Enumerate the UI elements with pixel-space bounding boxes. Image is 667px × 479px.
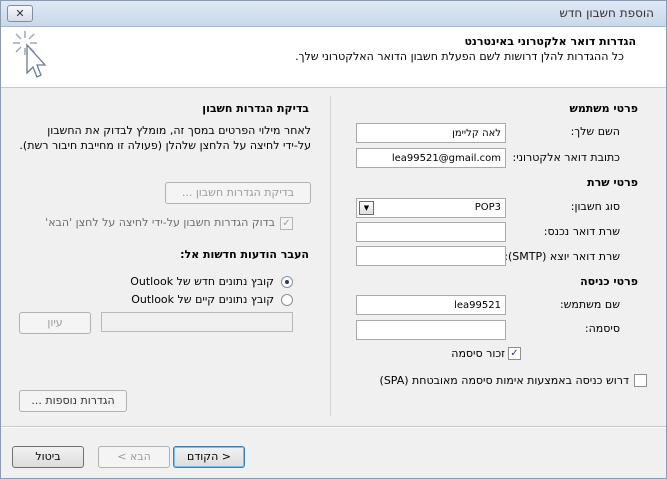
password-label: סיסמה:: [584, 322, 620, 335]
more-settings-button[interactable]: הגדרות נוספות ...: [19, 390, 127, 412]
dropdown-arrow-icon[interactable]: ▼: [359, 201, 374, 215]
incoming-server-label: שרת דואר נכנס:: [543, 225, 620, 238]
deliver-messages-heading: העבר הודעות חדשות אל:: [180, 248, 309, 261]
cancel-button[interactable]: ביטול: [12, 446, 84, 468]
server-info-heading: פרטי שרת: [587, 176, 638, 189]
close-button[interactable]: ✕: [7, 5, 33, 22]
account-type-select[interactable]: ▼ POP3: [356, 198, 506, 218]
test-description: לאחר מילוי הפרטים במסך זה, מומלץ לבדוק א…: [19, 124, 311, 152]
username-input[interactable]: [356, 295, 506, 315]
test-settings-heading: בדיקת הגדרות חשבון: [202, 102, 309, 115]
new-data-file-radio[interactable]: [281, 276, 293, 288]
header-subtitle: כל ההגדרות להלן דרושות לשם הפעלת חשבון ה…: [295, 50, 624, 63]
column-divider: [330, 96, 331, 416]
radio-selected-dot: [285, 280, 289, 284]
name-label: השם שלך:: [570, 125, 620, 138]
account-type-label: סוג חשבון:: [570, 200, 620, 213]
remember-password-checkbox[interactable]: ✓: [508, 347, 521, 360]
footer-divider-highlight: [1, 427, 666, 428]
test-account-settings-button[interactable]: בדיקת הגדרות חשבון ...: [165, 182, 311, 204]
account-type-value: POP3: [474, 202, 501, 213]
username-label: שם משתמש:: [559, 298, 620, 311]
add-account-dialog: ✕ הוספת חשבון חדש הגדרות דואר אלקטרוני ב…: [0, 0, 667, 479]
incoming-server-input[interactable]: [356, 222, 506, 242]
spa-label: דרוש כניסה באמצעות אימות סיסמה מאובטחת (…: [379, 374, 629, 387]
mouse-cursor-icon: [13, 31, 47, 78]
auto-test-label: בדוק הגדרות חשבון על-ידי לחיצה על לחצן '…: [45, 216, 275, 229]
close-icon: ✕: [15, 7, 25, 20]
existing-data-file-label: קובץ נתונים קיים של Outlook: [131, 293, 274, 306]
email-label: כתובת דואר אלקטרוני:: [512, 151, 620, 164]
auto-test-checkbox[interactable]: ✓: [280, 217, 293, 230]
logon-info-heading: פרטי כניסה: [580, 275, 638, 288]
password-input[interactable]: [356, 320, 506, 340]
back-button[interactable]: < הקודם: [173, 446, 245, 468]
email-input[interactable]: [356, 148, 506, 168]
spa-checkbox[interactable]: [634, 374, 647, 387]
remember-password-label: זכור סיסמה: [451, 347, 505, 360]
window-title: הוספת חשבון חדש: [559, 6, 654, 20]
user-info-heading: פרטי משתמש: [569, 102, 638, 115]
name-input[interactable]: [356, 123, 506, 143]
data-file-path-input[interactable]: [101, 312, 293, 332]
header-title: הגדרות דואר אלקטרוני באינטרנט: [464, 35, 636, 48]
next-button[interactable]: הבא >: [98, 446, 170, 468]
new-data-file-label: קובץ נתונים חדש של Outlook: [130, 275, 274, 288]
browse-button[interactable]: עיון: [19, 312, 91, 334]
wizard-header: הגדרות דואר אלקטרוני באינטרנט כל ההגדרות…: [1, 27, 666, 88]
existing-data-file-radio[interactable]: [281, 294, 293, 306]
outgoing-server-input[interactable]: [356, 246, 506, 266]
outgoing-server-label: שרת דואר יוצא (SMTP):: [504, 250, 620, 263]
title-bar[interactable]: ✕ הוספת חשבון חדש: [1, 1, 666, 27]
